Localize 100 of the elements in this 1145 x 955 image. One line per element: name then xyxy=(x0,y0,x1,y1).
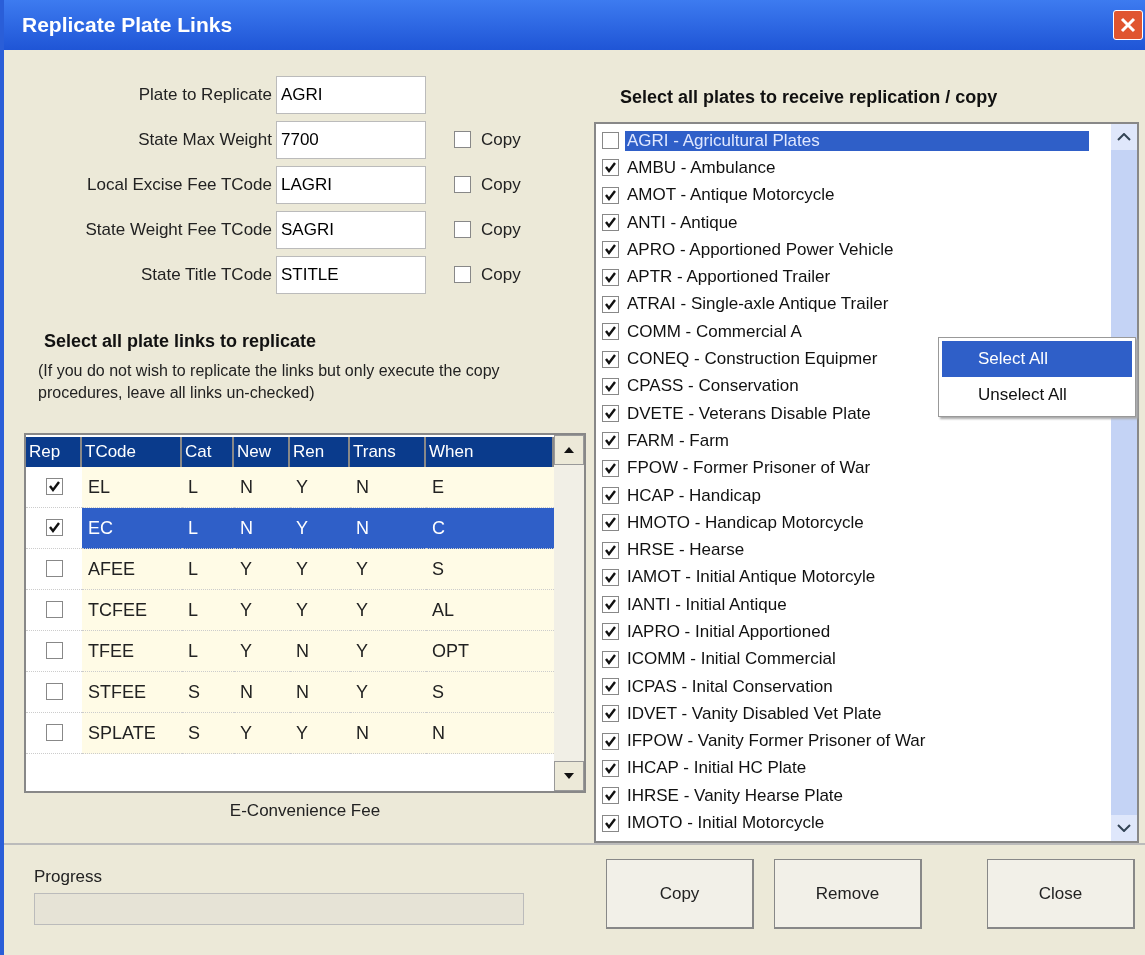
plate-checkbox[interactable] xyxy=(602,132,619,150)
rep-checkbox[interactable] xyxy=(45,560,63,578)
text-field[interactable]: STITLE xyxy=(276,255,426,294)
plate-item[interactable]: IAMOT - Initial Antique Motorcyle xyxy=(625,567,878,588)
rep-checkbox[interactable] xyxy=(45,724,63,742)
table-cell: Y xyxy=(350,671,426,713)
plate-checkbox[interactable] xyxy=(602,596,619,614)
table-cell: Y xyxy=(350,630,426,672)
plate-checkbox[interactable] xyxy=(602,678,619,696)
plate-checkbox[interactable] xyxy=(602,405,619,423)
field-label: Local Excise Fee TCode xyxy=(86,174,273,195)
rep-checkbox[interactable] xyxy=(45,642,63,660)
table-cell: N xyxy=(350,466,426,508)
table-cell: Y xyxy=(234,630,290,672)
copy-checkbox[interactable] xyxy=(454,266,471,283)
plate-checkbox[interactable] xyxy=(602,350,619,368)
table-cell: S xyxy=(182,671,234,713)
text-field[interactable]: LAGRI xyxy=(276,165,426,204)
plate-item[interactable]: DVETE - Veterans Disable Plate xyxy=(625,403,873,424)
column-header[interactable]: When xyxy=(426,436,554,467)
grid-caption: E-Convenience Fee xyxy=(228,800,382,821)
text-field[interactable]: AGRI xyxy=(276,75,426,114)
column-header[interactable]: New xyxy=(234,436,290,467)
plate-item[interactable]: IDVET - Vanity Disabled Vet Plate xyxy=(625,703,884,724)
scroll-up-button[interactable] xyxy=(554,434,584,465)
column-header[interactable]: TCode xyxy=(82,436,182,467)
plate-checkbox[interactable] xyxy=(602,541,619,559)
plate-item[interactable]: ICOMM - Initial Commercial xyxy=(625,649,838,670)
copy-checkbox[interactable] xyxy=(454,131,471,148)
plate-item[interactable]: ATRAI - Single-axle Antique Trailer xyxy=(625,294,891,315)
plate-item[interactable]: COMM - Commercial A xyxy=(625,321,804,342)
table-cell: Y xyxy=(290,589,350,631)
plate-item[interactable]: IAPRO - Initial Apportioned xyxy=(625,622,833,642)
plate-item[interactable]: FARM - Farm xyxy=(625,430,731,451)
close-button[interactable] xyxy=(1113,10,1143,40)
text-field[interactable]: SAGRI xyxy=(276,210,426,249)
scroll-down-button[interactable] xyxy=(554,760,584,791)
plate-item[interactable]: ICPAS - Inital Conservation xyxy=(625,676,835,697)
copy-checkbox[interactable] xyxy=(454,221,471,238)
plate-checkbox[interactable] xyxy=(602,487,619,504)
plate-item[interactable]: HCAP - Handicap xyxy=(625,485,763,506)
table-cell: L xyxy=(182,507,234,549)
plate-item[interactable]: IMOTO - Initial Motorcycle xyxy=(625,813,827,834)
section-heading: Select all plates to receive replication / copy xyxy=(620,87,999,108)
copy-checkbox[interactable] xyxy=(454,176,471,193)
plate-checkbox[interactable] xyxy=(602,295,619,313)
dialog-button[interactable]: Remove xyxy=(774,859,922,929)
scrollbar[interactable] xyxy=(554,434,584,791)
plate-item[interactable]: FPOW - Former Prisoner of War xyxy=(625,458,873,479)
plate-checkbox[interactable] xyxy=(602,705,619,723)
plate-item[interactable]: AMBU - Ambulance xyxy=(625,157,778,178)
table-cell: S xyxy=(426,671,554,713)
plate-checkbox[interactable] xyxy=(602,159,619,177)
plate-checkbox[interactable] xyxy=(602,432,619,450)
rep-checkbox[interactable] xyxy=(45,519,63,537)
dialog-button[interactable]: Close xyxy=(987,859,1135,929)
plate-item[interactable]: HRSE - Hearse xyxy=(625,540,747,561)
plate-item[interactable]: APRO - Apportioned Power Vehicle xyxy=(625,239,896,260)
plate-checkbox[interactable] xyxy=(602,650,619,668)
plate-item[interactable]: CPASS - Conservation xyxy=(625,376,801,397)
menu-item[interactable]: Select All xyxy=(942,341,1132,377)
checkbox-label: Copy xyxy=(481,219,521,240)
plate-checkbox[interactable] xyxy=(602,186,619,204)
plate-item[interactable]: AGRI - Agricultural Plates xyxy=(625,130,1089,151)
column-header[interactable]: Ren xyxy=(290,436,350,467)
plate-item[interactable]: IANTI - Initial Antique xyxy=(625,594,789,615)
plate-item[interactable]: IHCAP - Initial HC Plate xyxy=(625,758,809,779)
table-cell: EC xyxy=(82,507,182,549)
table-cell: EL xyxy=(82,466,182,508)
plate-checkbox[interactable] xyxy=(602,459,619,477)
plate-checkbox[interactable] xyxy=(602,732,619,750)
plate-checkbox[interactable] xyxy=(602,214,619,232)
plate-item[interactable]: HMOTO - Handicap Motorcycle xyxy=(625,512,866,533)
plate-checkbox[interactable] xyxy=(602,623,619,641)
rep-checkbox[interactable] xyxy=(45,683,63,701)
plate-checkbox[interactable] xyxy=(602,787,619,805)
plate-checkbox[interactable] xyxy=(602,241,619,259)
plate-item[interactable]: CONEQ - Construction Equipmer xyxy=(625,349,880,369)
plate-checkbox[interactable] xyxy=(602,568,619,586)
column-header[interactable]: Trans xyxy=(350,436,426,467)
plate-checkbox[interactable] xyxy=(602,814,619,832)
field-label: State Weight Fee TCode xyxy=(84,219,273,240)
plate-item[interactable]: IHRSE - Vanity Hearse Plate xyxy=(625,785,846,806)
dialog-button[interactable]: Copy xyxy=(606,859,754,929)
rep-checkbox[interactable] xyxy=(45,601,63,619)
plate-item[interactable]: IFPOW - Vanity Former Prisoner of War xyxy=(625,731,928,752)
column-header[interactable]: Rep xyxy=(26,436,82,467)
plate-checkbox[interactable] xyxy=(602,323,619,341)
rep-checkbox[interactable] xyxy=(45,478,63,496)
table-cell: Y xyxy=(290,712,350,754)
plate-item[interactable]: APTR - Apportioned Trailer xyxy=(625,267,833,288)
plate-item[interactable]: ANTI - Antique xyxy=(625,212,740,233)
plate-item[interactable]: AMOT - Antique Motorcycle xyxy=(625,185,837,206)
column-header[interactable]: Cat xyxy=(182,436,234,467)
plate-checkbox[interactable] xyxy=(602,514,619,532)
text-field[interactable]: 7700 xyxy=(276,120,426,159)
plate-checkbox[interactable] xyxy=(602,377,619,395)
close-icon xyxy=(1120,17,1136,33)
plate-checkbox[interactable] xyxy=(602,268,619,286)
plate-checkbox[interactable] xyxy=(602,759,619,777)
